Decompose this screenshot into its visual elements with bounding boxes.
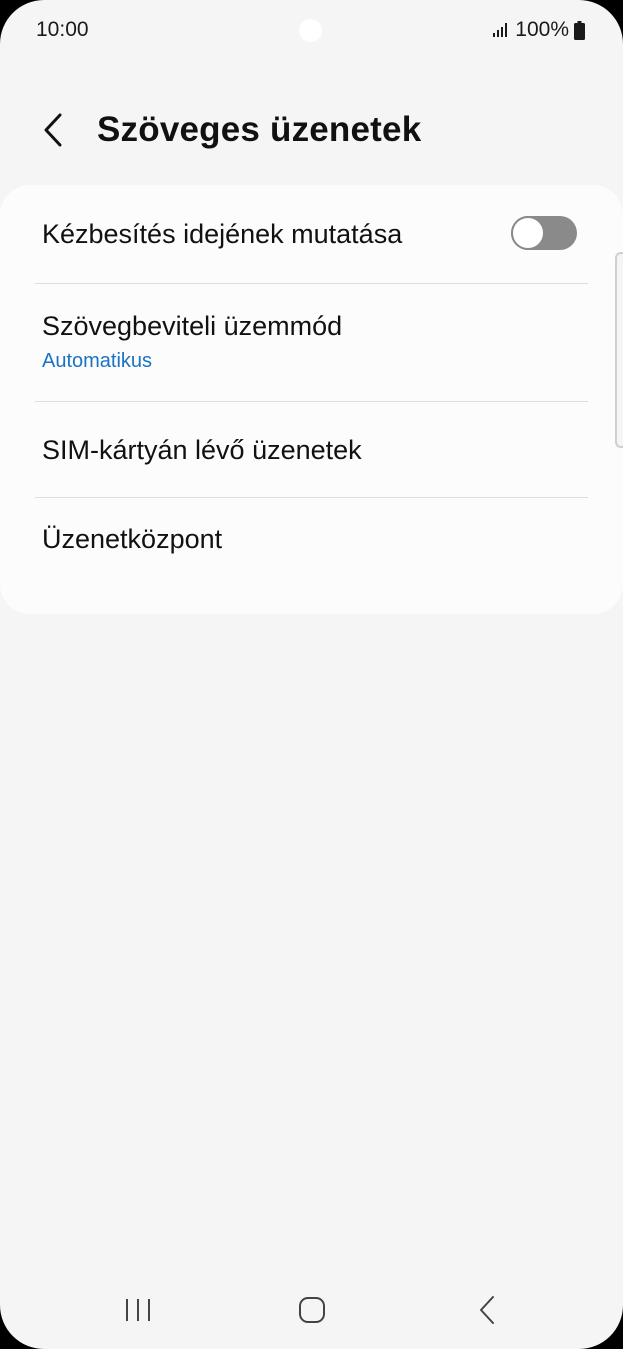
page-title: Szöveges üzenetek [97,110,422,149]
battery-icon [574,20,585,40]
delivery-time-toggle[interactable] [511,216,577,250]
recents-button[interactable] [108,1286,168,1334]
app-header: Szöveges üzenetek [0,92,623,172]
back-icon [480,1296,494,1324]
setting-input-mode-label: Szövegbeviteli üzemmód [42,311,343,341]
toggle-knob [511,216,545,250]
setting-input-mode-value: Automatikus [42,350,153,372]
setting-message-center-label: Üzenetközpont [42,524,223,554]
setting-message-center[interactable]: Üzenetközpont [0,498,623,592]
chevron-left-icon [44,113,62,147]
setting-delivery-time-label: Kézbesítés idejének mutatása [42,219,403,249]
status-bar: 10:00 100% [0,0,623,62]
navigation-bar [0,1270,623,1349]
status-icons: 100% [492,18,585,42]
phone-screen: 10:00 100% Szöveges üzenetek Kézbesítés … [0,0,623,1349]
home-icon [299,1297,325,1323]
recents-icon [126,1299,150,1321]
setting-sim-messages-label: SIM-kártyán lévő üzenetek [42,435,362,465]
setting-sim-messages[interactable]: SIM-kártyán lévő üzenetek [0,402,623,497]
scrollbar[interactable] [615,252,623,448]
signal-icon [493,23,508,37]
setting-input-mode[interactable]: Szövegbeviteli üzemmód Automatikus [0,284,623,401]
setting-delivery-time[interactable]: Kézbesítés idejének mutatása [0,185,623,283]
front-camera [299,19,322,42]
nav-back-button[interactable] [457,1286,517,1334]
settings-card: Kézbesítés idejének mutatása Szövegbevit… [0,185,623,614]
status-time: 10:00 [36,18,89,41]
home-button[interactable] [282,1286,342,1334]
battery-percentage: 100% [515,18,569,41]
back-button[interactable] [30,106,78,154]
